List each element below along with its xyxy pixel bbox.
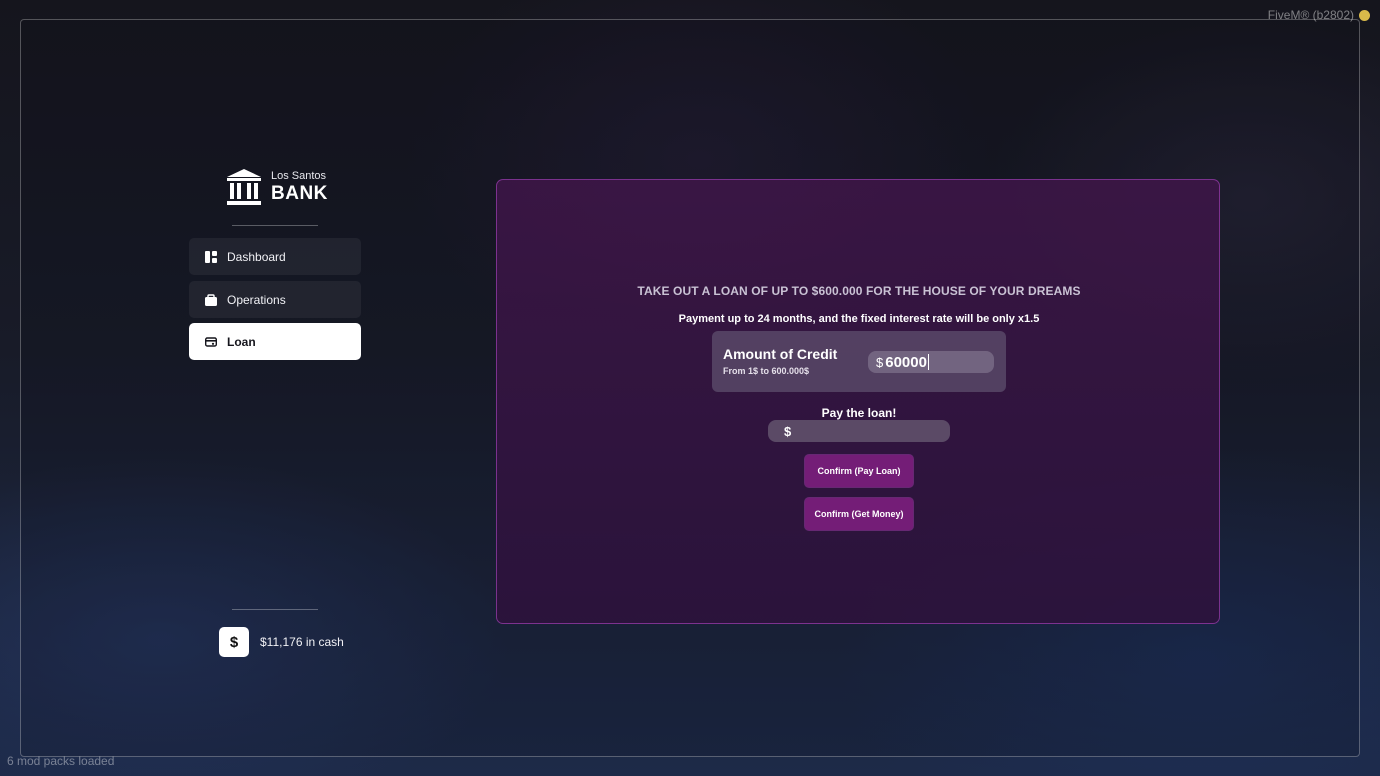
logo-title: BANK bbox=[271, 183, 328, 204]
currency-symbol: $ bbox=[784, 423, 792, 439]
cash-amount: $11,176 in cash bbox=[260, 635, 344, 649]
sidebar-item-label: Operations bbox=[227, 292, 286, 307]
loan-headline: TAKE OUT A LOAN OF UP TO $600.000 FOR TH… bbox=[637, 284, 1081, 298]
sidebar-item-label: Dashboard bbox=[227, 249, 286, 264]
credit-title: Amount of Credit bbox=[723, 346, 838, 362]
pay-loan-label: Pay the loan! bbox=[821, 406, 897, 420]
client-status-icon bbox=[1359, 10, 1370, 21]
confirm-get-money-button[interactable]: Confirm (Get Money) bbox=[805, 498, 913, 530]
loan-panel: TAKE OUT A LOAN OF UP TO $600.000 FOR TH… bbox=[496, 179, 1220, 624]
client-label: FiveM® (b2802) bbox=[1267, 8, 1354, 22]
dashboard-icon bbox=[205, 250, 217, 263]
credit-range: From 1$ to 600.000$ bbox=[723, 366, 810, 376]
credit-amount-value: 60000 bbox=[885, 353, 927, 371]
wallet-icon bbox=[205, 293, 217, 306]
sidebar-item-operations[interactable]: Operations bbox=[189, 281, 361, 318]
pay-loan-input[interactable]: $ bbox=[768, 420, 950, 442]
dollar-icon: $ bbox=[219, 627, 249, 657]
logo-subtitle: Los Santos bbox=[271, 170, 327, 182]
sidebar-item-dashboard[interactable]: Dashboard bbox=[189, 238, 361, 275]
sidebar-divider-top bbox=[232, 225, 318, 226]
loan-terms: Payment up to 24 months, and the fixed i… bbox=[678, 313, 1040, 325]
sidebar-divider-bottom bbox=[232, 609, 318, 610]
mod-packs-status: 6 mod packs loaded bbox=[7, 754, 115, 768]
bank-building-icon bbox=[227, 169, 261, 205]
text-caret bbox=[927, 354, 929, 370]
bank-logo: Los Santos BANK bbox=[226, 168, 328, 206]
loan-icon bbox=[205, 336, 217, 347]
cash-balance: $ $11,176 in cash bbox=[219, 627, 344, 657]
sidebar-item-loan[interactable]: Loan bbox=[189, 323, 361, 360]
confirm-pay-loan-button[interactable]: Confirm (Pay Loan) bbox=[805, 455, 913, 487]
sidebar-item-label: Loan bbox=[227, 334, 256, 349]
credit-amount-input[interactable]: $ 60000 bbox=[868, 351, 994, 373]
credit-amount-card: Amount of Credit From 1$ to 600.000$ $ 6… bbox=[712, 331, 1006, 392]
currency-symbol: $ bbox=[876, 354, 884, 370]
